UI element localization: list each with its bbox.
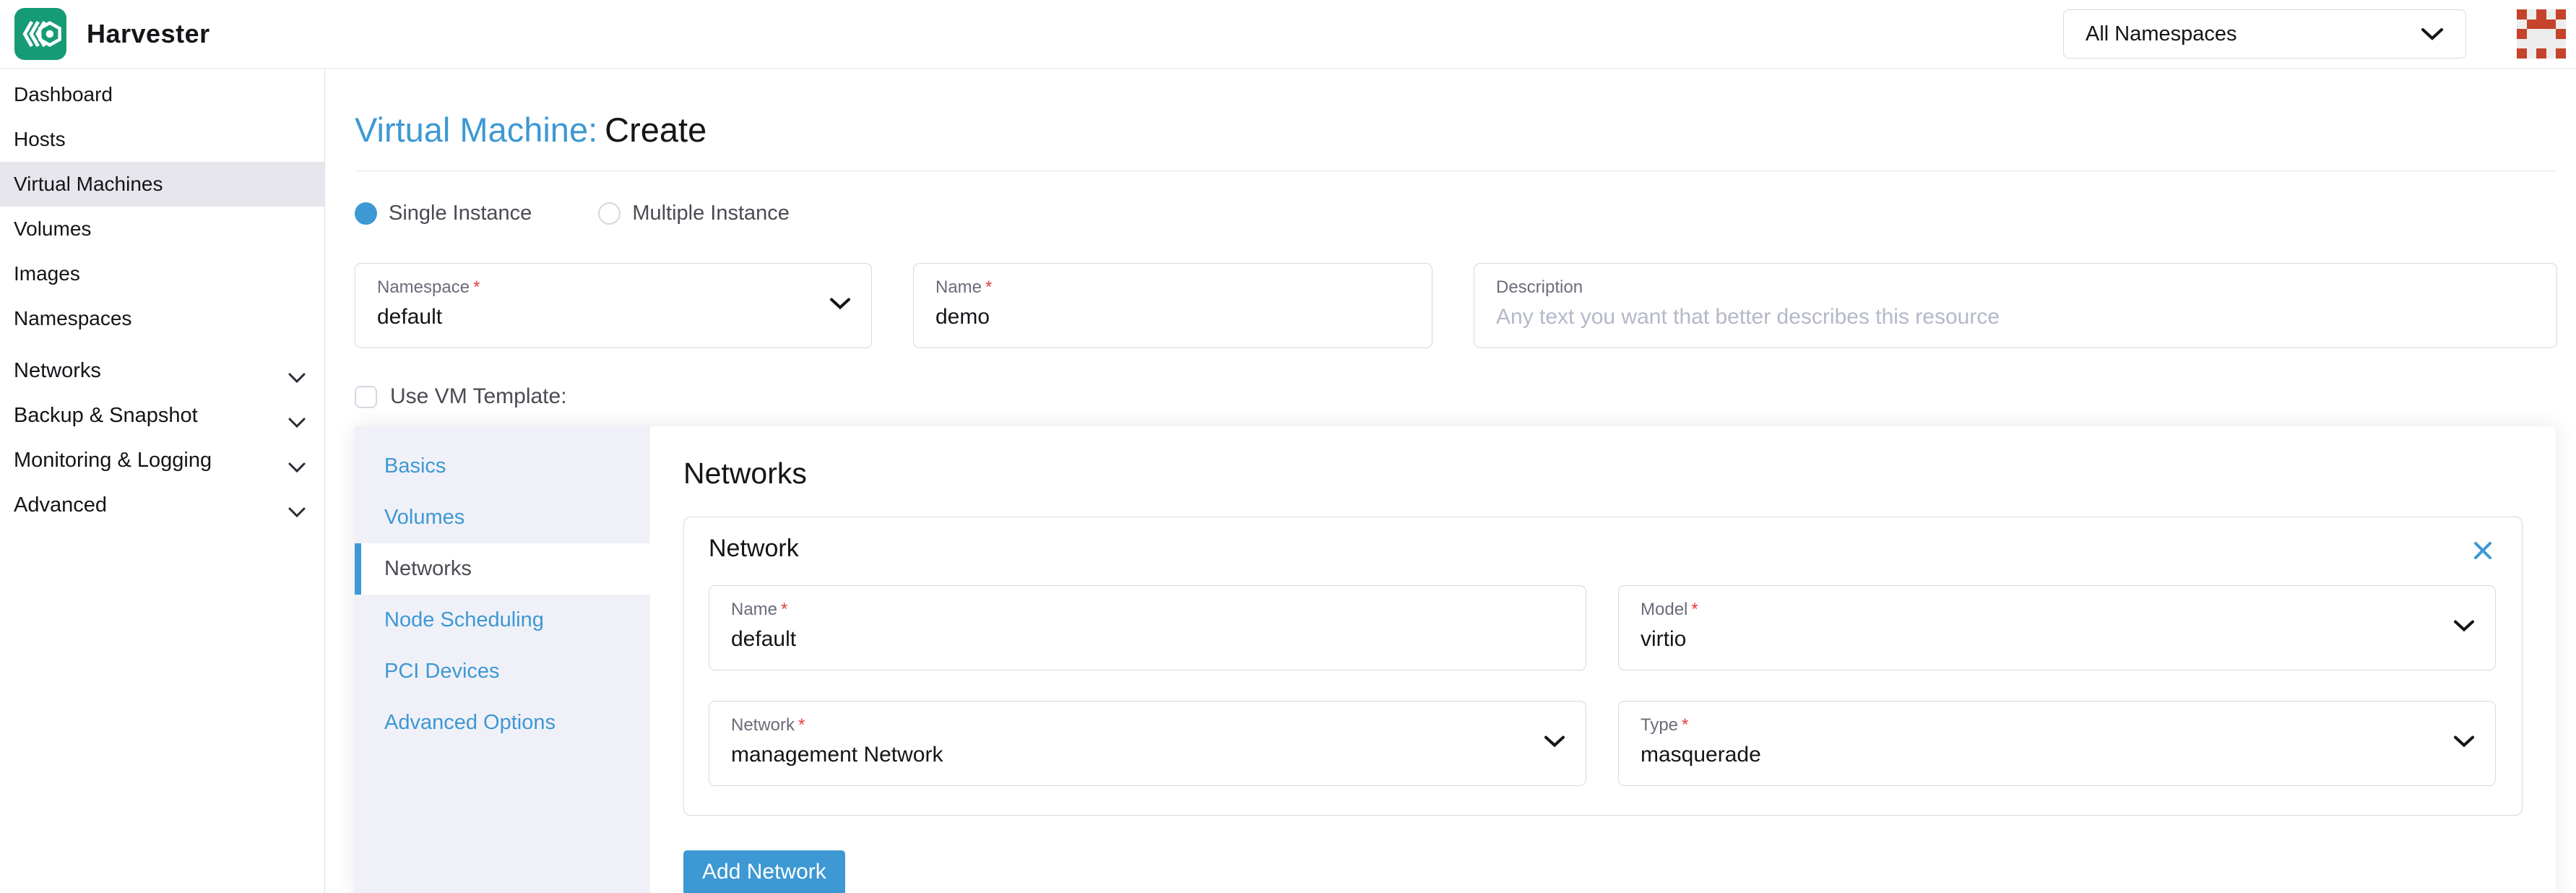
main-content: Virtual Machine:Create Single Instance M… [326, 69, 2576, 893]
vm-config-panel: Basics Volumes Networks Node Scheduling … [355, 426, 2556, 893]
networks-section-heading: Networks [683, 457, 2523, 491]
basics-fields-row: Namespace* default Name* demo Descriptio… [355, 263, 2557, 348]
chevron-down-icon [2453, 735, 2475, 752]
required-marker: * [798, 715, 805, 735]
tab-advanced-options[interactable]: Advanced Options [355, 697, 650, 749]
add-network-button[interactable]: Add Network [683, 850, 845, 893]
network-name-value: default [731, 627, 1564, 652]
page-title-action: Create [605, 111, 706, 149]
user-avatar[interactable] [2517, 9, 2566, 59]
description-field[interactable]: Description Any text you want that bette… [1474, 263, 2557, 348]
model-select-value: virtio [1641, 627, 2473, 652]
use-vm-template-label: Use VM Template: [390, 384, 567, 409]
sidebar-item-virtual-machines[interactable]: Virtual Machines [0, 162, 324, 207]
required-marker: * [473, 277, 480, 297]
remove-network-icon[interactable] [2470, 535, 2496, 566]
chevron-down-icon [288, 455, 306, 466]
use-vm-template-checkbox[interactable] [355, 386, 377, 408]
network-select[interactable]: Network* management Network [709, 701, 1586, 786]
sidebar-item-volumes[interactable]: Volumes [0, 207, 324, 251]
tab-basics[interactable]: Basics [355, 441, 650, 492]
sidebar-group-advanced[interactable]: Advanced [0, 483, 324, 527]
namespace-select-value: default [377, 305, 850, 329]
tab-volumes[interactable]: Volumes [355, 492, 650, 543]
name-field[interactable]: Name* demo [913, 263, 1432, 348]
page-title: Virtual Machine:Create [355, 110, 2557, 150]
sidebar-item-namespaces[interactable]: Namespaces [0, 296, 324, 341]
required-marker: * [985, 277, 992, 297]
tab-pci-devices[interactable]: PCI Devices [355, 646, 650, 697]
network-name-field[interactable]: Name* default [709, 585, 1586, 670]
required-marker: * [781, 600, 787, 619]
network-card: Network Name* default Model* virtio [683, 517, 2523, 816]
network-card-title: Network [709, 535, 799, 563]
namespace-filter-value: All Namespaces [2086, 22, 2237, 46]
networks-tab-content: Networks Network Name* default Model* [650, 426, 2556, 893]
harvester-logo-icon [14, 8, 66, 60]
app-header: Harvester All Namespaces [0, 0, 2576, 69]
radio-unselected-icon [598, 202, 621, 225]
sidebar-item-dashboard[interactable]: Dashboard [0, 72, 324, 117]
description-placeholder: Any text you want that better describes … [1496, 305, 2535, 329]
tab-networks[interactable]: Networks [355, 543, 650, 595]
type-select[interactable]: Type* masquerade [1618, 701, 2496, 786]
sidebar-group-networks[interactable]: Networks [0, 348, 324, 393]
type-select-value: masquerade [1641, 743, 2473, 767]
radio-multiple-instance[interactable]: Multiple Instance [598, 202, 790, 225]
sidebar-group-backup-snapshot[interactable]: Backup & Snapshot [0, 393, 324, 438]
name-field-value: demo [935, 305, 1410, 329]
chevron-down-icon [288, 366, 306, 376]
app-title: Harvester [87, 19, 210, 49]
namespace-filter-dropdown[interactable]: All Namespaces [2063, 9, 2466, 59]
sidebar-item-hosts[interactable]: Hosts [0, 117, 324, 162]
chevron-down-icon [288, 410, 306, 421]
required-marker: * [1691, 600, 1698, 619]
sidebar-nav: Dashboard Hosts Virtual Machines Volumes… [0, 69, 325, 893]
namespace-select[interactable]: Namespace* default [355, 263, 872, 348]
chevron-down-icon [2453, 620, 2475, 637]
config-tab-list: Basics Volumes Networks Node Scheduling … [355, 426, 650, 893]
model-select[interactable]: Model* virtio [1618, 585, 2496, 670]
chevron-down-icon [2421, 27, 2444, 41]
chevron-down-icon [1544, 735, 1565, 752]
network-select-value: management Network [731, 743, 1564, 767]
page-title-resource: Virtual Machine: [355, 111, 597, 149]
sidebar-item-images[interactable]: Images [0, 251, 324, 296]
radio-selected-icon [355, 202, 377, 225]
radio-single-instance[interactable]: Single Instance [355, 202, 532, 225]
instance-mode-radio-group: Single Instance Multiple Instance [355, 202, 2557, 225]
sidebar-group-monitoring-logging[interactable]: Monitoring & Logging [0, 438, 324, 483]
tab-node-scheduling[interactable]: Node Scheduling [355, 595, 650, 646]
chevron-down-icon [829, 298, 851, 314]
chevron-down-icon [288, 500, 306, 511]
required-marker: * [1682, 715, 1688, 735]
use-vm-template-row: Use VM Template: [355, 384, 2557, 409]
